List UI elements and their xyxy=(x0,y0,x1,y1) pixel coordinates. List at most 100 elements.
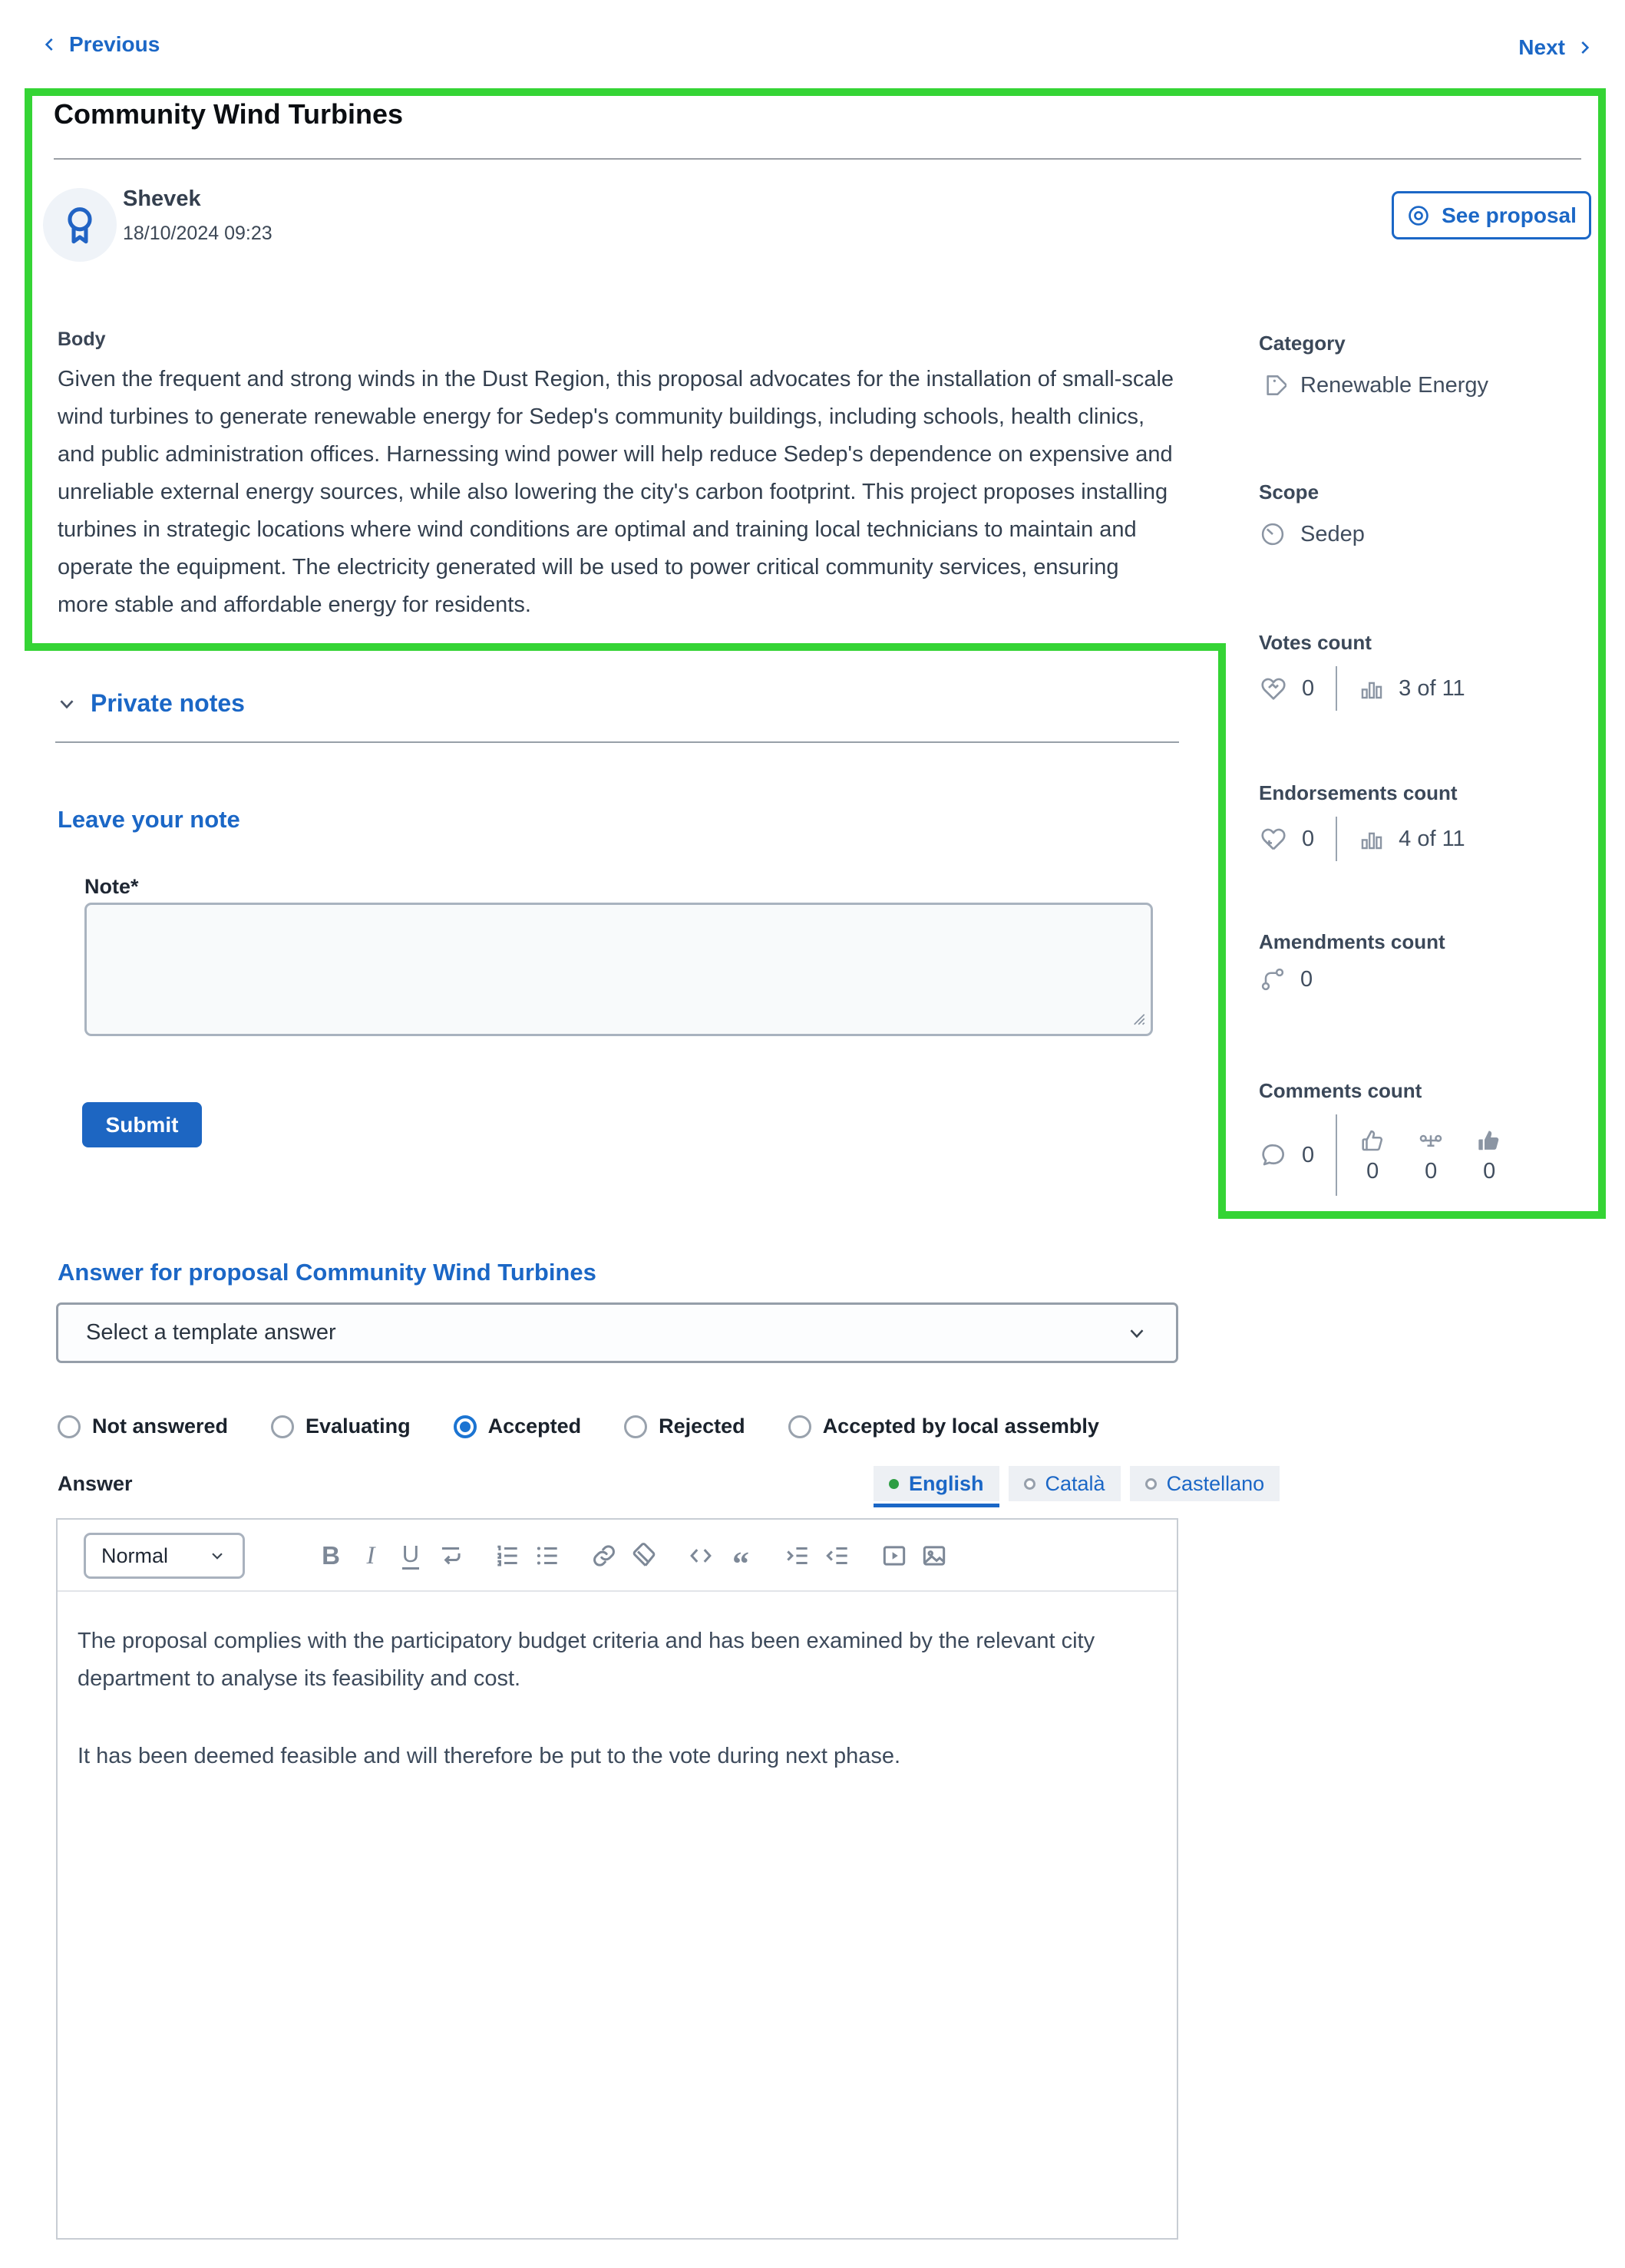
scope-value: Sedep xyxy=(1300,521,1365,546)
see-proposal-button[interactable]: See proposal xyxy=(1392,191,1591,239)
radio-accepted[interactable]: Accepted xyxy=(453,1415,582,1438)
lang-tab-label: Català xyxy=(1045,1471,1105,1495)
page-title: Community Wind Turbines xyxy=(54,98,403,130)
translated-dot-icon xyxy=(889,1478,899,1489)
comment-bubble-icon xyxy=(1262,1144,1285,1166)
next-label: Next xyxy=(1518,35,1565,59)
amendments-count-row: 0 xyxy=(1259,966,1313,993)
answer-editor: Normal B I U “ The proposal complies wit… xyxy=(56,1518,1178,2240)
radio-rejected[interactable]: Rejected xyxy=(624,1415,745,1438)
language-tabs: English Català Castellano xyxy=(874,1466,1280,1507)
chevron-down-icon xyxy=(212,1553,223,1560)
votes-divider xyxy=(1336,666,1338,711)
endorsements-count-row: 0 4 of 11 xyxy=(1259,817,1465,861)
votes-count-row: 0 3 of 11 xyxy=(1259,666,1465,711)
submit-note-button[interactable]: Submit xyxy=(82,1102,202,1147)
comments-against-group: 0 xyxy=(1475,1127,1503,1184)
editor-paragraph: It has been deemed feasible and will the… xyxy=(78,1744,901,1768)
image-icon[interactable] xyxy=(914,1530,954,1581)
template-answer-placeholder: Select a template answer xyxy=(86,1320,336,1345)
previous-link[interactable]: Previous xyxy=(40,32,160,57)
body-label: Body xyxy=(58,328,106,350)
soft-break-icon[interactable] xyxy=(431,1530,471,1581)
comments-neutral-count: 0 xyxy=(1425,1158,1438,1184)
comments-against-count: 0 xyxy=(1483,1158,1496,1184)
chevron-down-icon xyxy=(1130,1329,1144,1338)
radio-label: Evaluating xyxy=(306,1415,411,1438)
eraser-icon[interactable] xyxy=(624,1530,664,1581)
thumb-up-filled-icon xyxy=(1478,1130,1499,1150)
answer-heading: Answer for proposal Community Wind Turbi… xyxy=(58,1259,596,1286)
thumb-up-icon xyxy=(1362,1130,1383,1151)
private-notes-toggle[interactable]: Private notes xyxy=(55,689,245,718)
votes-count-value: 0 xyxy=(1302,675,1315,701)
radio-not-answered[interactable]: Not answered xyxy=(58,1415,228,1438)
git-branch-icon xyxy=(1261,968,1284,991)
votes-count-label: Votes count xyxy=(1259,631,1372,654)
author-date: 18/10/2024 09:23 xyxy=(123,223,272,244)
amendments-count-label: Amendments count xyxy=(1259,930,1445,953)
code-icon[interactable] xyxy=(681,1530,721,1581)
category-label: Category xyxy=(1259,332,1346,355)
bold-icon[interactable]: B xyxy=(311,1530,351,1581)
radio-evaluating[interactable]: Evaluating xyxy=(271,1415,411,1438)
award-icon xyxy=(68,207,92,244)
untranslated-dot-icon xyxy=(1144,1477,1157,1490)
comments-count-label: Comments count xyxy=(1259,1079,1422,1102)
lang-tab-catala[interactable]: Català xyxy=(1008,1466,1121,1501)
editor-content[interactable]: The proposal complies with the participa… xyxy=(58,1592,1177,2206)
scope-icon xyxy=(1261,523,1284,546)
underline-icon[interactable]: U xyxy=(391,1530,431,1581)
outdent-icon[interactable] xyxy=(817,1530,857,1581)
heart-icon xyxy=(1261,678,1286,700)
comments-favor-count: 0 xyxy=(1366,1158,1379,1184)
category-value: Renewable Energy xyxy=(1300,372,1489,398)
editor-paragraph: The proposal complies with the participa… xyxy=(78,1629,1095,1691)
indent-icon[interactable] xyxy=(778,1530,817,1581)
bullet-list-icon[interactable] xyxy=(527,1530,567,1581)
submit-note-label: Submit xyxy=(105,1112,179,1137)
bar-chart-icon xyxy=(1361,832,1382,850)
toolbar-icons: B I U “ xyxy=(311,1529,954,1583)
chevron-right-icon xyxy=(1581,41,1590,54)
scope-label: Scope xyxy=(1259,480,1319,503)
format-select-value: Normal xyxy=(101,1543,169,1567)
note-textarea[interactable] xyxy=(84,903,1153,1036)
endorsements-count-label: Endorsements count xyxy=(1259,781,1458,804)
scales-icon xyxy=(1419,1134,1442,1147)
eye-icon xyxy=(1409,205,1428,226)
answer-label: Answer xyxy=(58,1472,133,1495)
lang-tab-label: English xyxy=(909,1471,984,1495)
endorsements-ranking: 4 of 11 xyxy=(1399,826,1465,851)
italic-icon[interactable]: I xyxy=(351,1530,391,1581)
ordered-list-icon[interactable] xyxy=(487,1530,527,1581)
note-label: Note* xyxy=(84,875,139,898)
author-name: Shevek xyxy=(123,187,201,211)
radio-accepted-local-assembly[interactable]: Accepted by local assembly xyxy=(788,1415,1099,1438)
radio-label: Accepted xyxy=(487,1415,582,1438)
private-notes-divider xyxy=(55,741,1179,743)
answer-status-group: Not answered Evaluating Accepted Rejecte… xyxy=(58,1415,1099,1438)
lang-tab-english[interactable]: English xyxy=(874,1466,999,1507)
radio-circle xyxy=(788,1415,811,1438)
private-notes-title: Private notes xyxy=(91,689,245,717)
format-select[interactable]: Normal xyxy=(84,1533,245,1579)
template-answer-select[interactable]: Select a template answer xyxy=(56,1302,1178,1363)
blockquote-icon[interactable]: “ xyxy=(721,1530,761,1581)
radio-circle-selected xyxy=(453,1415,477,1438)
scope-value-row: Sedep xyxy=(1259,520,1365,548)
lang-tab-castellano[interactable]: Castellano xyxy=(1129,1466,1280,1501)
amendments-count-value: 0 xyxy=(1300,966,1313,992)
votes-ranking: 3 of 11 xyxy=(1399,675,1465,701)
video-icon[interactable] xyxy=(874,1530,914,1581)
radio-label: Not answered xyxy=(92,1415,229,1438)
proposal-admin-page: Previous Next Community Wind Turbines Sh… xyxy=(0,0,1625,2268)
lang-tab-label: Castellano xyxy=(1166,1471,1265,1495)
link-icon[interactable] xyxy=(584,1530,624,1581)
title-divider xyxy=(54,158,1581,160)
comments-neutral-group: 0 xyxy=(1417,1127,1445,1184)
next-link[interactable]: Next xyxy=(1518,35,1594,60)
chevron-left-icon xyxy=(45,38,53,51)
comments-count-row: 0 0 0 0 xyxy=(1259,1114,1503,1196)
editor-toolbar: Normal B I U “ xyxy=(58,1520,1177,1592)
